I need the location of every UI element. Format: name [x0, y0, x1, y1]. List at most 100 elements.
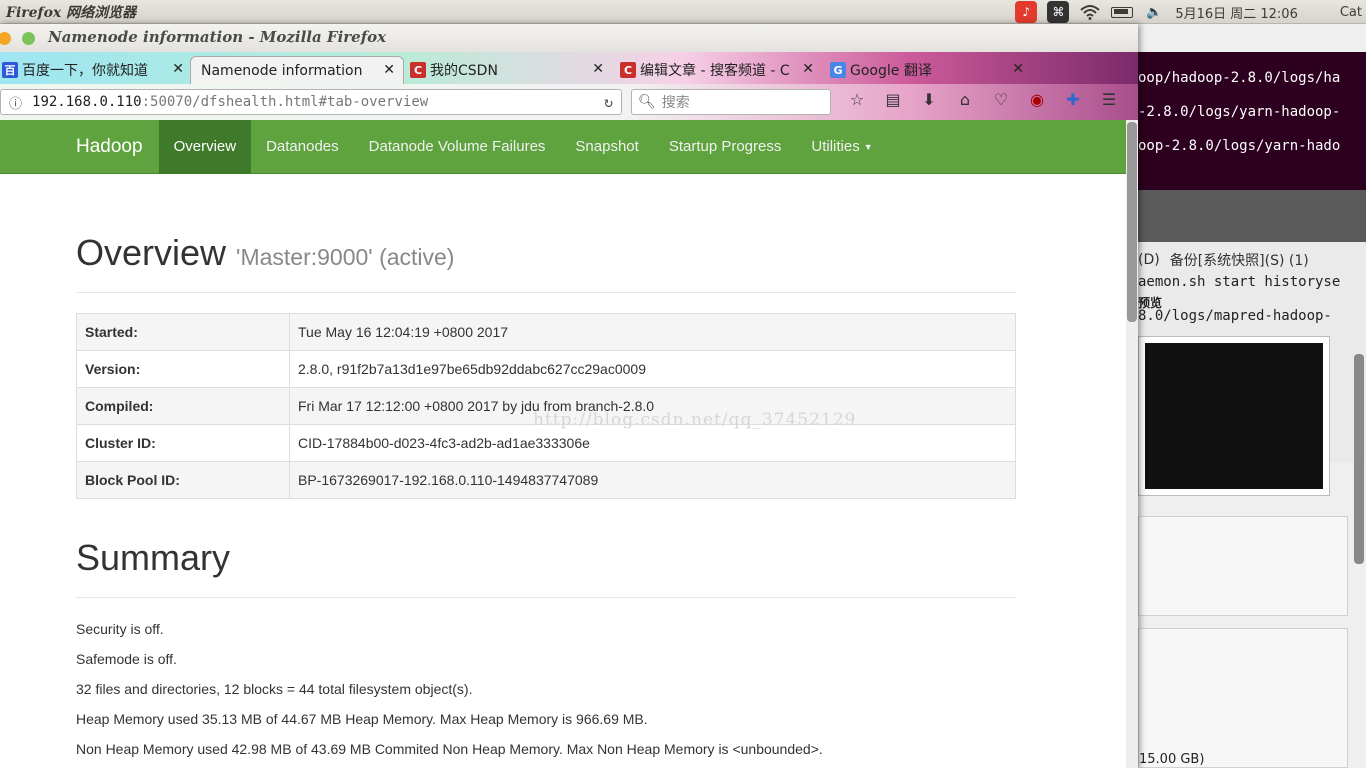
summary-list: Security is off. Safemode is off. 32 fil… — [76, 614, 1016, 764]
clock[interactable]: 5月16日 周二 12:06 — [1175, 3, 1298, 22]
summary-heading: Summary — [76, 537, 1016, 598]
toolbar-icons: ☆ ▤ ⬇ ⌂ ♡ ◉ ✚ ☰ — [846, 90, 1120, 109]
dialog-line: 预览 — [1138, 296, 1163, 310]
row-value: BP-1673269017-192.168.0.110-149483774708… — [289, 461, 1016, 499]
reload-icon[interactable]: ↻ — [604, 93, 613, 111]
hadoop-navbar: Hadoop Overview Datanodes Datanode Volum… — [0, 120, 1126, 174]
app-name: Firefox 网络浏览器 — [6, 5, 137, 21]
home-icon[interactable]: ⌂ — [954, 90, 976, 109]
close-icon[interactable]: ✕ — [1012, 61, 1024, 77]
background-panel — [1138, 516, 1348, 616]
summary-line: Security is off. — [76, 621, 164, 637]
page-scrollbar[interactable] — [1126, 120, 1138, 768]
extension-icon[interactable]: ✚ — [1062, 90, 1084, 109]
row-key: Block Pool ID: — [76, 461, 290, 499]
window-titlebar: Namenode information - Mozilla Firefox — [0, 24, 1138, 52]
overview-heading: Overview 'Master:9000' (active) — [76, 232, 1016, 293]
hadoop-brand[interactable]: Hadoop — [60, 136, 159, 158]
caret-down-icon: ▼ — [863, 141, 873, 152]
navigation-toolbar: ⓘ 192.168.0.110:50070/dfshealth.html#tab… — [0, 84, 1138, 120]
terminal-line: -2.8.0/logs/yarn-hadoop- — [1138, 104, 1341, 120]
tab-label: 我的CSDN — [430, 63, 498, 79]
summary-line: Safemode is off. — [76, 651, 177, 667]
tab-edit-article[interactable]: C 编辑文章 - 搜客频道 - C ✕ — [614, 56, 822, 84]
download-icon[interactable]: ⬇ — [918, 90, 940, 109]
row-key: Started: — [76, 313, 290, 351]
terminal-window: oop/hadoop-2.8.0/logs/ha -2.8.0/logs/yar… — [1138, 52, 1366, 190]
ublock-icon[interactable]: ◉ — [1026, 90, 1048, 109]
disk-size-label: 15.00 GB) — [1139, 752, 1205, 767]
command-key-icon[interactable]: ⌘ — [1047, 1, 1070, 23]
nav-volume-failures[interactable]: Datanode Volume Failures — [354, 120, 561, 174]
summary-line: Non Heap Memory used 42.98 MB of 43.69 M… — [76, 741, 823, 757]
background-panel: 15.00 GB) — [1138, 628, 1348, 768]
menu-icon[interactable]: ☰ — [1098, 90, 1120, 109]
terminal-line: oop/hadoop-2.8.0/logs/ha — [1138, 70, 1341, 86]
maximize-button[interactable] — [22, 32, 35, 45]
main-content: Overview 'Master:9000' (active) Started:… — [76, 174, 1016, 764]
table-row: Version: 2.8.0, r91f2b7a13d1e97be65db92dd… — [76, 350, 1016, 388]
system-tray: ♪ ⌘ 🔈 5月16日 周二 12:06 Cat — [1015, 0, 1366, 24]
nav-utilities[interactable]: Utilities ▼ — [796, 120, 887, 174]
screenshot-thumbnail[interactable] — [1138, 336, 1330, 496]
search-input[interactable]: 🔍︎ 搜索 — [631, 89, 831, 115]
close-icon[interactable]: ✕ — [383, 62, 395, 78]
watermark: http://blog.csdn.net/qq_37452129 — [533, 410, 857, 430]
search-placeholder: 搜索 — [661, 95, 690, 111]
tab-google-translate[interactable]: G Google 翻译 ✕ — [824, 56, 1032, 84]
dialog-tab[interactable]: (D) — [1138, 252, 1160, 268]
nav-startup-progress[interactable]: Startup Progress — [654, 120, 797, 174]
dialog-line: 8.0/logs/mapred-hadoop- — [1138, 308, 1332, 324]
row-key: Cluster ID: — [76, 424, 290, 462]
battery-icon[interactable] — [1111, 1, 1134, 23]
row-value: CID-17884b00-d023-4fc3-ad2b-ad1ae333306e — [289, 424, 1016, 462]
close-icon[interactable]: ✕ — [592, 61, 604, 77]
row-value: 2.8.0, r91f2b7a13d1e97be65db92ddabc627cc… — [289, 350, 1016, 388]
row-value: Tue May 16 12:04:19 +0800 2017 — [289, 313, 1016, 351]
baidu-icon: 百 — [2, 62, 18, 78]
search-icon: 🔍︎ — [638, 94, 656, 110]
close-icon[interactable]: ✕ — [802, 61, 814, 77]
user-name[interactable]: Cat — [1340, 5, 1362, 20]
summary-line: Heap Memory used 35.13 MB of 44.67 MB He… — [76, 711, 648, 727]
summary-line: 32 files and directories, 12 blocks = 44… — [76, 681, 473, 697]
background-windows: oop/hadoop-2.8.0/logs/ha -2.8.0/logs/yar… — [1138, 24, 1366, 768]
row-key: Compiled: — [76, 387, 290, 425]
tab-label: 百度一下，你就知道 — [22, 63, 148, 79]
dialog-header — [1138, 190, 1366, 242]
minimize-button[interactable] — [0, 32, 11, 45]
apple-menu-icon[interactable] — [1308, 1, 1330, 23]
bookmark-star-icon[interactable]: ☆ — [846, 90, 868, 109]
tab-baidu[interactable]: 百 百度一下，你就知道 ✕ — [0, 56, 192, 84]
tab-namenode[interactable]: Namenode information ✕ — [190, 56, 404, 84]
background-scrollbar[interactable] — [1354, 354, 1364, 564]
firefox-window: Namenode information - Mozilla Firefox 百… — [0, 24, 1138, 768]
dialog-tab-backup[interactable]: 备份[系统快照](S) (1) — [1170, 250, 1309, 270]
tab-label: 编辑文章 - 搜客频道 - C — [640, 63, 790, 79]
nav-snapshot[interactable]: Snapshot — [560, 120, 653, 174]
web-page: Hadoop Overview Datanodes Datanode Volum… — [0, 120, 1126, 768]
scrollbar-thumb[interactable] — [1127, 122, 1137, 322]
system-top-panel: Firefox 网络浏览器 ♪ ⌘ 🔈 5月16日 周二 12:06 Cat — [0, 0, 1366, 24]
close-icon[interactable]: ✕ — [172, 61, 184, 77]
url-host: 192.168.0.110 — [32, 94, 142, 110]
wifi-icon[interactable] — [1079, 1, 1101, 23]
info-icon[interactable]: ⓘ — [9, 93, 22, 112]
tab-label: Namenode information — [201, 62, 363, 79]
reading-list-icon[interactable]: ▤ — [882, 90, 904, 109]
pocket-icon[interactable]: ♡ — [990, 90, 1012, 109]
csdn-icon: C — [620, 62, 636, 78]
tab-csdn[interactable]: C 我的CSDN ✕ — [404, 56, 612, 84]
nav-datanodes[interactable]: Datanodes — [251, 120, 354, 174]
csdn-icon: C — [410, 62, 426, 78]
volume-icon[interactable]: 🔈 — [1143, 1, 1165, 23]
nav-overview[interactable]: Overview — [158, 120, 252, 174]
table-row: Block Pool ID: BP-1673269017-192.168.0.11… — [76, 461, 1016, 499]
window-title: Namenode information - Mozilla Firefox — [48, 28, 387, 46]
overview-title: Overview — [76, 232, 227, 273]
google-translate-icon: G — [830, 62, 846, 78]
url-path: :50070/dfshealth.html#tab-overview — [141, 94, 429, 110]
terminal-line: oop-2.8.0/logs/yarn-hado — [1138, 138, 1341, 154]
url-bar[interactable]: ⓘ 192.168.0.110:50070/dfshealth.html#tab… — [0, 89, 622, 115]
netease-music-icon[interactable]: ♪ — [1015, 1, 1038, 23]
